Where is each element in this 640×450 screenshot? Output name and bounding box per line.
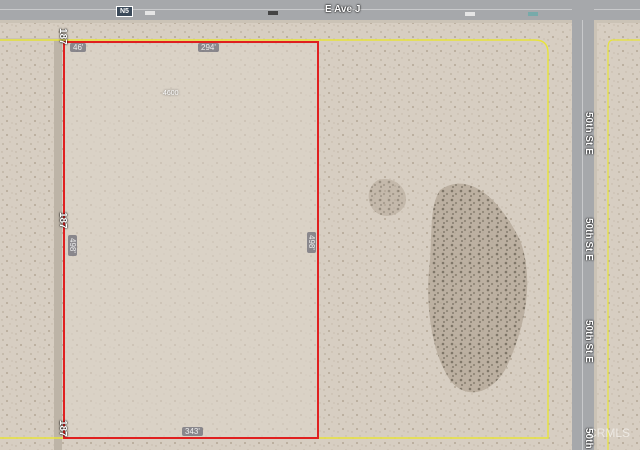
road-label-187: 187 [57, 420, 68, 437]
dimension-label-top-left: 46' [70, 43, 87, 52]
dimension-label-right: 498' [307, 232, 316, 253]
road-label-e-ave-j: E Ave J [325, 4, 361, 15]
map-view[interactable]: N5 E Ave J 50th St E 50th St E 50th St E… [0, 0, 640, 450]
dimension-label-top: 294' [198, 43, 219, 52]
road-label-187: 187 [57, 212, 68, 229]
satellite-imagery [0, 0, 640, 450]
road-label-187: 187 [57, 28, 68, 45]
watermark: CRMLS [588, 426, 631, 440]
road-label-50th-st-e: 50th St E [583, 112, 594, 155]
dimension-label-bottom: 343' [182, 427, 203, 436]
highway-shield: N5 [116, 6, 133, 17]
parcel-number: 4600 [163, 90, 179, 97]
road-label-50th-st-e: 50th St E [583, 218, 594, 261]
road-label-50th-st-e: 50th St E [583, 320, 594, 363]
dimension-label-left: 498' [68, 235, 77, 256]
